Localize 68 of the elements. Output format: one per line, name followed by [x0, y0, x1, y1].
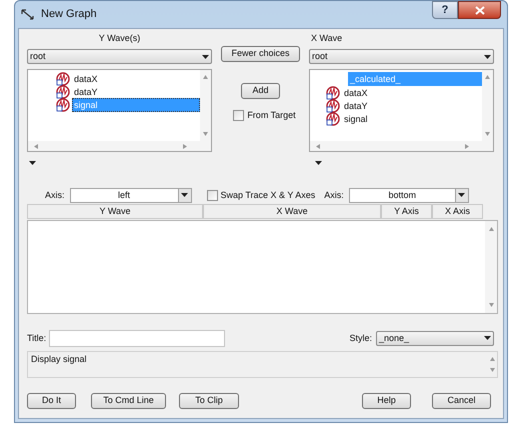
scroll-left-icon[interactable]	[316, 144, 320, 148]
dialog-button[interactable]: To Cmd Line	[91, 392, 166, 408]
scroll-left-icon[interactable]	[34, 144, 38, 148]
dialog-button[interactable]: To Clip	[179, 392, 239, 408]
scroll-right-icon[interactable]	[465, 144, 469, 148]
window-title: New Graph	[41, 7, 98, 22]
axis-dropdown[interactable]: bottom	[348, 188, 469, 202]
dialog-button[interactable]: Cancel	[432, 392, 491, 408]
style-dropdown[interactable]: _none_	[376, 330, 494, 346]
vertical-scrollbar[interactable]	[485, 221, 497, 313]
scroll-down-icon[interactable]	[203, 132, 208, 136]
dialog-button[interactable]: Fewer choices	[221, 46, 300, 62]
style-label: Style:	[349, 334, 372, 342]
scroll-down-icon[interactable]	[488, 303, 494, 307]
wave-list-item[interactable]: signal	[342, 112, 482, 126]
column-heading: Y Wave(s)	[98, 32, 140, 44]
folder-dropdown[interactable]: root	[27, 49, 212, 64]
wave-icon	[56, 84, 70, 98]
scroll-up-icon[interactable]	[203, 75, 208, 79]
horizontal-scrollbar[interactable]	[28, 141, 211, 151]
checkbox-label: Swap Trace X & Y Axes	[220, 190, 316, 200]
status-text: Display signal	[30, 353, 88, 366]
scroll-up-icon[interactable]	[485, 75, 490, 79]
wave-icon	[56, 98, 70, 112]
axis-label: Axis:	[45, 190, 65, 200]
caret-icon	[29, 161, 36, 165]
folder-dropdown[interactable]: root	[309, 49, 494, 64]
wave-icon	[326, 86, 340, 100]
dialog-button[interactable]: Do It	[27, 392, 76, 408]
wave-list-item[interactable]: dataX	[342, 86, 482, 100]
wave-icon	[326, 98, 340, 112]
help-title-button[interactable]: ?	[432, 1, 458, 19]
checkbox[interactable]	[233, 110, 244, 121]
wave-list-item[interactable]: dataY	[72, 84, 200, 98]
vertical-scrollbar[interactable]	[200, 70, 211, 141]
wave-icon	[326, 112, 340, 126]
checkbox[interactable]	[206, 190, 218, 200]
title-field[interactable]	[49, 330, 226, 346]
dropdown-caret-icon	[458, 193, 466, 197]
close-icon	[474, 6, 484, 14]
caret-icon	[315, 161, 322, 165]
column-header[interactable]: Y Wave	[27, 204, 203, 219]
dropdown-caret-icon	[484, 336, 491, 340]
dialog-button[interactable]: Help	[362, 392, 411, 408]
dialog-button[interactable]: Add	[241, 82, 280, 98]
vertical-scrollbar[interactable]	[482, 70, 493, 141]
axis-dropdown[interactable]: left	[70, 188, 192, 202]
scroll-down-icon[interactable]	[490, 368, 494, 372]
close-button[interactable]	[458, 1, 501, 19]
scroll-up-icon[interactable]	[490, 357, 494, 361]
horizontal-scrollbar[interactable]	[310, 141, 493, 151]
column-header[interactable]: X Wave	[203, 204, 381, 219]
column-header[interactable]: Y Axis	[381, 204, 432, 219]
dropdown-caret-icon	[484, 54, 491, 58]
column-header[interactable]: X Axis	[432, 204, 483, 219]
dropdown-caret-icon	[202, 54, 209, 58]
wave-list-item[interactable]: dataX	[72, 72, 200, 86]
scroll-right-icon[interactable]	[183, 144, 187, 148]
title-label: Title:	[27, 334, 46, 342]
checkbox-label: From Target	[247, 111, 296, 120]
dropdown-caret-icon	[181, 193, 188, 197]
axis-label: Axis:	[324, 190, 344, 200]
wave-list-item[interactable]: dataY	[342, 98, 482, 112]
scroll-up-icon[interactable]	[488, 227, 494, 231]
wave-icon	[56, 72, 70, 86]
scroll-down-icon[interactable]	[485, 132, 490, 136]
graph-resize-icon	[21, 8, 35, 20]
column-heading: X Wave	[311, 32, 342, 44]
